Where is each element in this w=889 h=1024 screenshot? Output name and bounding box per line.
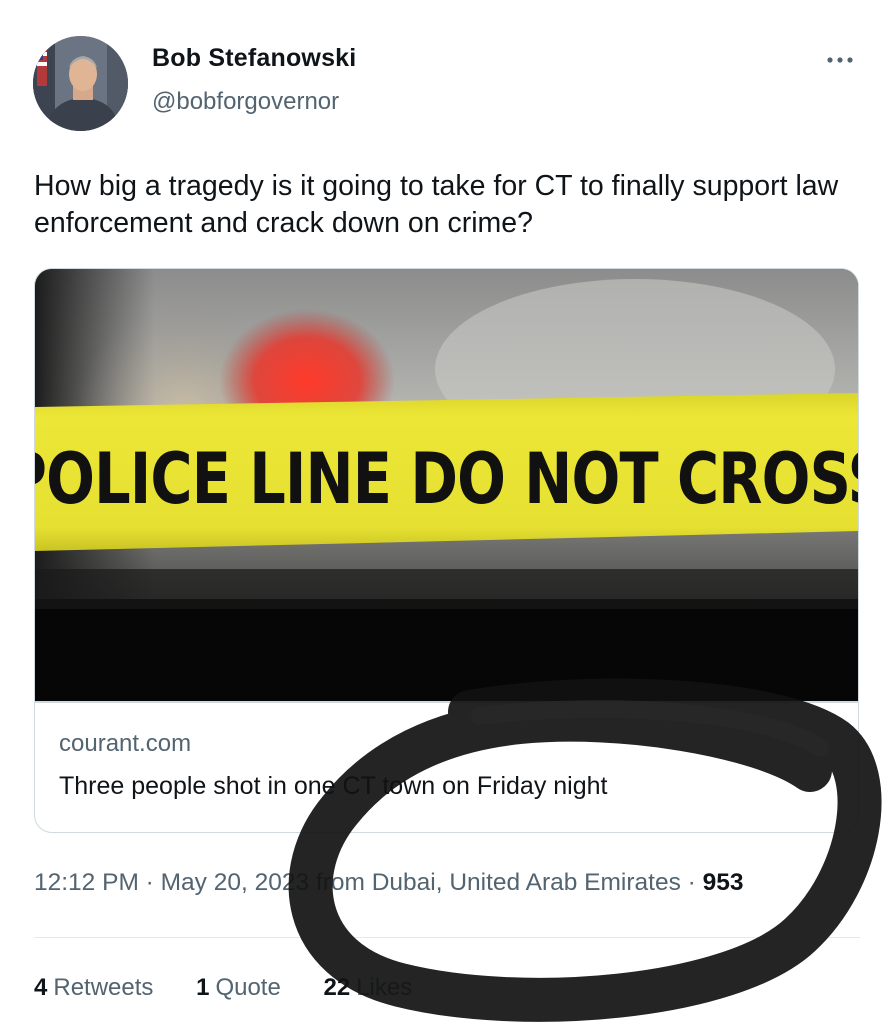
avatar[interactable] (33, 36, 128, 131)
quotes-stat[interactable]: 1 Quote (196, 974, 281, 1002)
likes-stat[interactable]: 22 Likes (324, 974, 413, 1002)
tweet-text: How big a tragedy is it going to take fo… (34, 170, 839, 239)
quotes-label: Quote (215, 974, 281, 1001)
retweets-count: 4 (34, 974, 48, 1001)
quotes-count: 1 (196, 974, 210, 1001)
likes-count: 22 (323, 974, 351, 1001)
card-domain: courant.com (59, 730, 192, 757)
link-card[interactable]: POLICE LINE DO NOT CROSS courant.com Thr… (34, 268, 859, 833)
profile-photo-icon (33, 36, 128, 131)
tweet-timestamp[interactable]: 12:12 PM · May 20, 2023 from Dubai, Unit… (34, 869, 703, 896)
retweets-label: Retweets (53, 974, 154, 1001)
divider (34, 937, 860, 938)
likes-label: Likes (356, 974, 413, 1001)
card-divider (35, 701, 858, 703)
retweets-stat[interactable]: 4 Retweets (34, 974, 153, 1002)
engagement-stats: 4 Retweets 1 Quote 22 Likes (34, 974, 448, 1002)
author-display-name[interactable]: Bob Stefanowski (152, 44, 356, 73)
more-options-button[interactable] (818, 46, 862, 74)
card-title[interactable]: Three people shot in one CT town on Frid… (59, 772, 607, 801)
author-handle[interactable]: @bobforgovernor (152, 88, 339, 116)
card-image: POLICE LINE DO NOT CROSS (35, 269, 858, 701)
more-dots-icon (827, 57, 853, 63)
view-count: 953 (702, 869, 744, 896)
tape-caption: POLICE LINE DO NOT CROSS (35, 438, 858, 520)
tweet-metadata: 12:12 PM · May 20, 2023 from Dubai, Unit… (34, 869, 744, 897)
